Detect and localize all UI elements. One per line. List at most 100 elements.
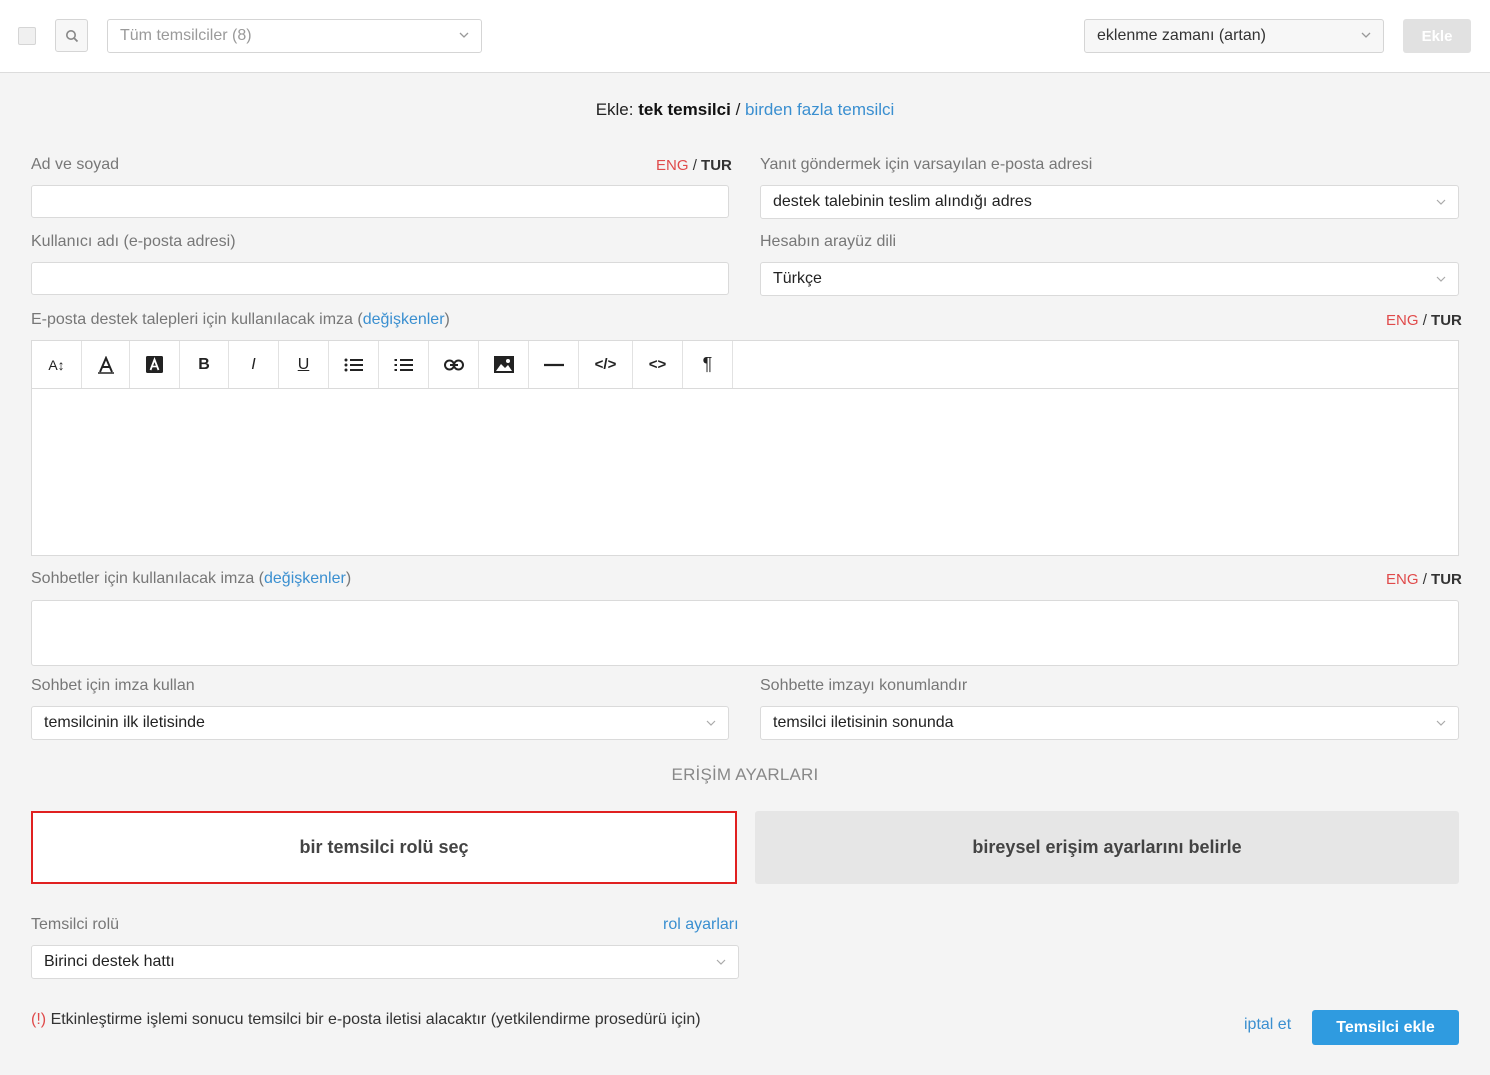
chat-signature-label-close: ) xyxy=(345,570,352,587)
email-signature-label-close: ) xyxy=(444,311,450,328)
individual-access-option[interactable]: bireysel erişim ayarlarını belirle xyxy=(755,811,1459,884)
email-signature-label-text: E-posta destek talepleri için kullanılac… xyxy=(31,311,363,328)
top-toolbar: Tüm temsilciler (8) eklenme zamanı (arta… xyxy=(0,0,1490,73)
chat-position-value: temsilci iletisinin sonunda xyxy=(773,714,954,731)
agent-filter-select[interactable]: Tüm temsilciler (8) xyxy=(107,19,482,53)
code-icon: </> xyxy=(594,356,617,373)
fullname-input[interactable] xyxy=(31,185,729,218)
chat-use-value: temsilcinin ilk iletisinde xyxy=(44,714,205,731)
italic-icon: I xyxy=(251,355,256,373)
chat-use-label: Sohbet için imza kullan xyxy=(31,677,195,694)
agent-role-value: Birinci destek hattı xyxy=(44,953,175,970)
lang-eng[interactable]: ENG xyxy=(656,157,689,174)
chevron-down-icon xyxy=(706,720,716,726)
bold-icon: B xyxy=(198,355,210,373)
lang-separator: / xyxy=(692,157,697,174)
underline-icon: U xyxy=(297,355,310,373)
chat-signature-label-text: Sohbetler için kullanılacak imza ( xyxy=(31,570,264,587)
add-agent-button[interactable]: Temsilci ekle xyxy=(1312,1010,1459,1045)
ui-lang-select[interactable]: Türkçe xyxy=(760,262,1459,296)
select-all-checkbox[interactable] xyxy=(18,27,36,45)
bold-button[interactable]: B xyxy=(180,341,229,388)
search-button[interactable] xyxy=(55,19,88,52)
email-signature-label: E-posta destek talepleri için kullanılac… xyxy=(31,311,450,329)
paragraph-icon: ¶ xyxy=(702,354,713,374)
lang-tur[interactable]: TUR xyxy=(701,157,732,174)
numbered-list-icon xyxy=(394,358,413,371)
fullname-label: Ad ve soyad xyxy=(31,156,120,173)
sort-select[interactable]: eklenme zamanı (artan) xyxy=(1084,19,1384,53)
bullet-list-icon xyxy=(344,358,363,371)
sort-value: eklenme zamanı (artan) xyxy=(1097,27,1266,44)
chat-use-select[interactable]: temsilcinin ilk iletisinde xyxy=(31,706,729,740)
fullname-lang-switch: ENG / TUR xyxy=(656,157,732,174)
username-input[interactable] xyxy=(31,262,729,295)
email-signature-editor[interactable]: A↕ B I U </> <> ¶ xyxy=(31,340,1459,556)
add-mode-switch: Ekle: tek temsilci / birden fazla temsil… xyxy=(0,100,1490,120)
reply-email-label: Yanıt göndermek için varsayılan e-posta … xyxy=(760,156,1093,173)
numbered-list-button[interactable] xyxy=(379,341,429,388)
chevron-down-icon xyxy=(459,32,469,38)
individual-access-label: bireysel erişim ayarlarını belirle xyxy=(972,837,1242,857)
add-mode-separator: / xyxy=(735,100,741,119)
cancel-link[interactable]: iptal et xyxy=(1244,1016,1291,1034)
chevron-down-icon xyxy=(1436,720,1446,726)
source-icon: <> xyxy=(648,356,667,373)
background-color-button[interactable] xyxy=(130,341,180,388)
chevron-down-icon xyxy=(1361,32,1371,38)
paragraph-button[interactable]: ¶ xyxy=(683,341,733,388)
text-color-icon xyxy=(97,355,114,374)
code-button[interactable]: </> xyxy=(579,341,633,388)
font-color-button[interactable] xyxy=(82,341,130,388)
lang-eng[interactable]: ENG xyxy=(1386,312,1419,329)
single-agent-option[interactable]: tek temsilci xyxy=(638,100,731,119)
add-button[interactable]: Ekle xyxy=(1403,19,1471,53)
highlight-color-icon xyxy=(146,356,163,373)
editor-toolbar: A↕ B I U </> <> ¶ xyxy=(32,341,1458,389)
agent-filter-value: Tüm temsilciler (8) xyxy=(120,27,252,44)
lang-separator: / xyxy=(1422,571,1427,588)
lang-tur[interactable]: TUR xyxy=(1431,312,1462,329)
activation-note: (!) Etkinleştirme işlemi sonucu temsilci… xyxy=(31,1011,701,1029)
chevron-down-icon xyxy=(1436,199,1446,205)
role-settings-link[interactable]: rol ayarları xyxy=(663,916,739,934)
agent-role-label: Temsilci rolü xyxy=(31,916,120,933)
warning-mark: (!) xyxy=(31,1011,47,1028)
username-label: Kullanıcı adı (e-posta adresi) xyxy=(31,233,236,250)
horizontal-rule-icon xyxy=(543,363,564,366)
chat-signature-textarea[interactable] xyxy=(31,600,1459,666)
chevron-down-icon xyxy=(716,959,726,965)
lang-eng[interactable]: ENG xyxy=(1386,571,1419,588)
source-view-button[interactable]: <> xyxy=(633,341,683,388)
chevron-down-icon xyxy=(1436,276,1446,282)
reply-email-select[interactable]: destek talebinin teslim alındığı adres xyxy=(760,185,1459,219)
image-icon xyxy=(493,356,514,373)
link-icon xyxy=(443,359,464,370)
choose-role-label: bir temsilci rolü seç xyxy=(299,837,469,857)
lang-separator: / xyxy=(1422,312,1427,329)
search-icon xyxy=(65,29,78,42)
email-signature-variables-link[interactable]: değişkenler xyxy=(363,311,445,328)
chat-signature-lang-switch: ENG / TUR xyxy=(1386,571,1462,588)
reply-email-value: destek talebinin teslim alındığı adres xyxy=(773,193,1032,210)
bullet-list-button[interactable] xyxy=(329,341,379,388)
font-size-button[interactable]: A↕ xyxy=(32,341,82,388)
chat-signature-label: Sohbetler için kullanılacak imza (değişk… xyxy=(31,570,351,588)
add-mode-prefix: Ekle: xyxy=(595,100,634,119)
agent-role-select[interactable]: Birinci destek hattı xyxy=(31,945,739,979)
link-button[interactable] xyxy=(429,341,479,388)
image-button[interactable] xyxy=(479,341,529,388)
email-signature-lang-switch: ENG / TUR xyxy=(1386,312,1462,329)
font-size-icon: A↕ xyxy=(48,356,65,373)
italic-button[interactable]: I xyxy=(229,341,279,388)
lang-tur[interactable]: TUR xyxy=(1431,571,1462,588)
horizontal-rule-button[interactable] xyxy=(529,341,579,388)
choose-role-option[interactable]: bir temsilci rolü seç xyxy=(31,811,737,884)
chat-position-select[interactable]: temsilci iletisinin sonunda xyxy=(760,706,1459,740)
activation-note-text: Etkinleştirme işlemi sonucu temsilci bir… xyxy=(50,1011,701,1028)
chat-signature-variables-link[interactable]: değişkenler xyxy=(264,570,346,587)
ui-lang-label: Hesabın arayüz dili xyxy=(760,233,897,250)
multiple-agents-link[interactable]: birden fazla temsilci xyxy=(745,100,894,119)
access-settings-title: ERİŞİM AYARLARI xyxy=(671,765,819,784)
underline-button[interactable]: U xyxy=(279,341,329,388)
